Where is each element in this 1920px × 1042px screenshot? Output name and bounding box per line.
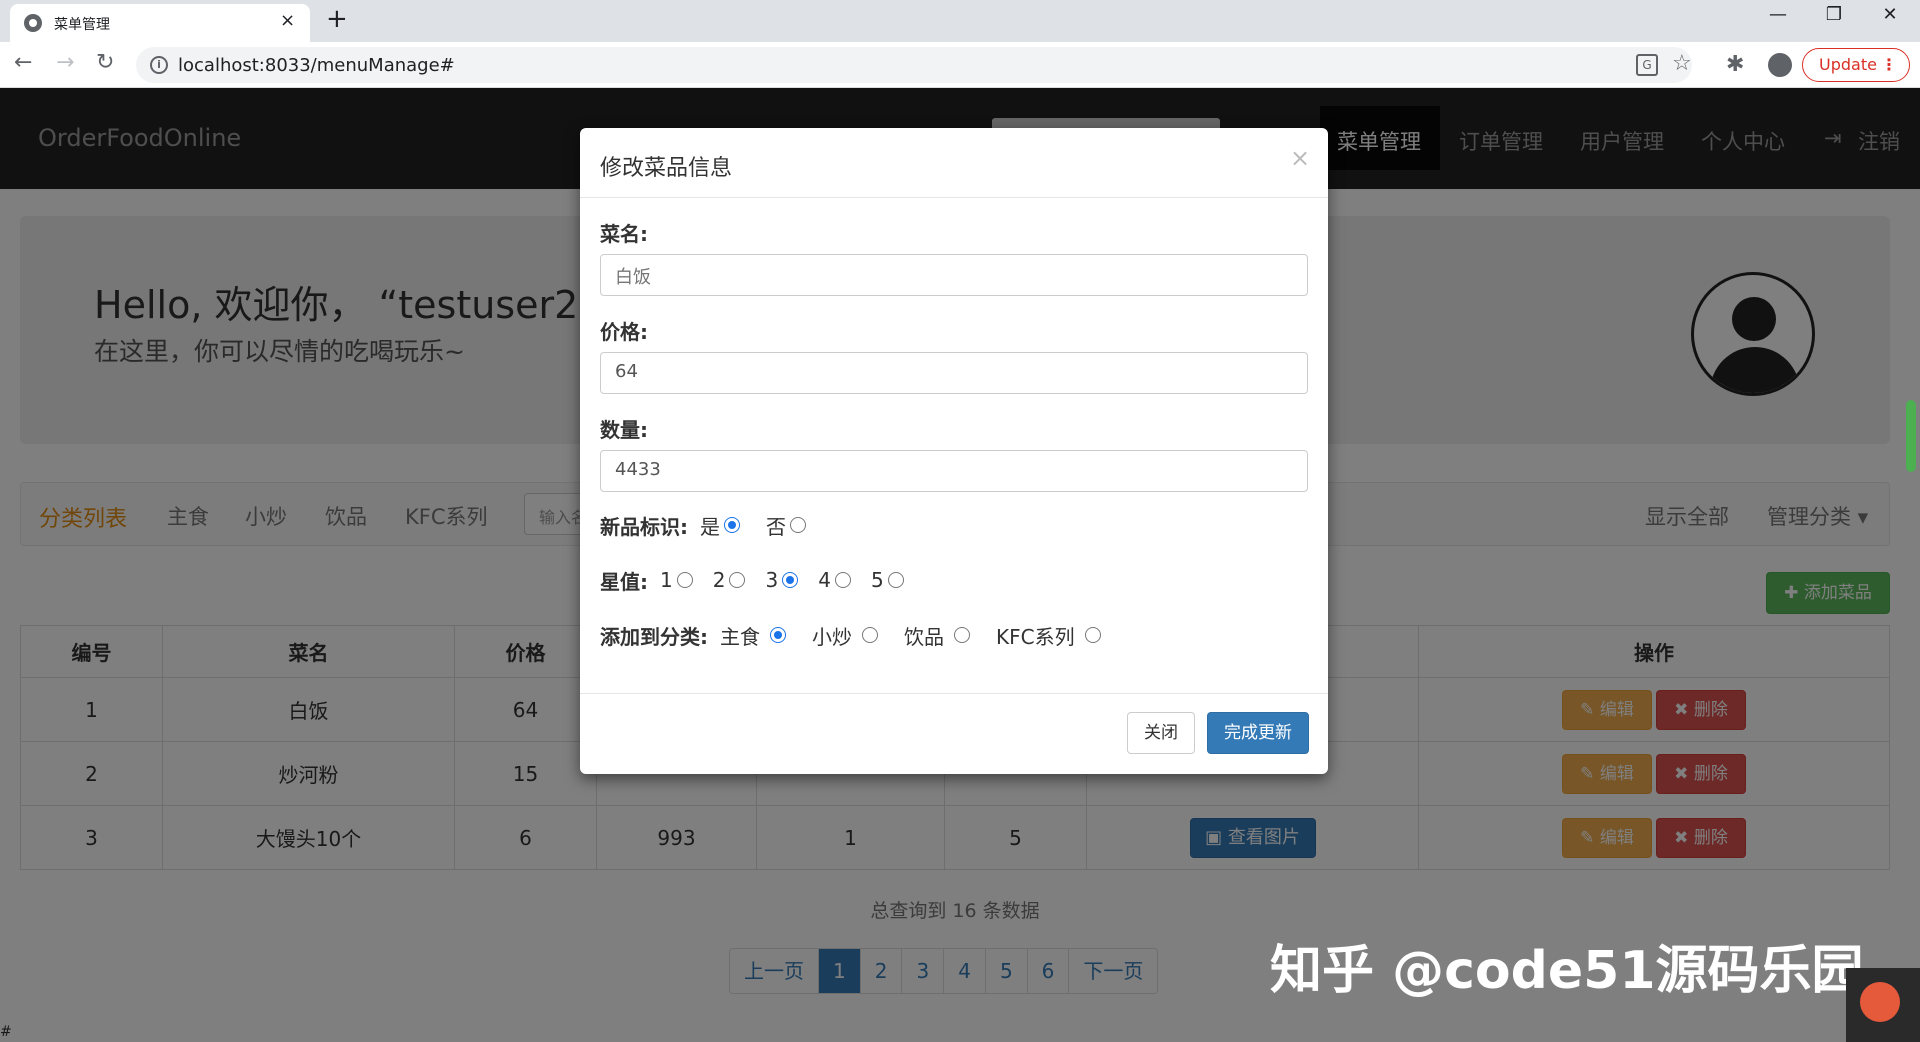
cat-staple-radio[interactable]	[770, 627, 786, 643]
price-label: 价格:	[600, 320, 648, 344]
cat-kfc-text: KFC系列	[996, 624, 1075, 649]
star-1-text: 1	[660, 568, 673, 592]
star-5-text: 5	[870, 568, 884, 592]
new-flag-label: 新品标识:	[600, 514, 688, 539]
restore-icon[interactable]: ❐	[1814, 4, 1854, 25]
star-5-radio[interactable]	[887, 572, 904, 588]
star-3-text: 3	[765, 568, 779, 592]
new-flag-no-radio[interactable]	[790, 517, 806, 533]
finish-update-button[interactable]: 完成更新	[1207, 712, 1309, 754]
cat-kfc-radio[interactable]	[1084, 627, 1101, 643]
web-page: OrderFoodOnline 菜单管理 订单管理 用户管理 个人中心 ⇥ 注销…	[0, 88, 1920, 1042]
price-input[interactable]: 64	[600, 352, 1308, 394]
cat-stirfry-radio[interactable]	[862, 627, 878, 643]
extensions-icon[interactable]: ✱	[1726, 52, 1744, 77]
star-option-4[interactable]: 4	[818, 568, 851, 592]
info-icon[interactable]: i	[150, 56, 168, 74]
tab-title: 菜单管理	[54, 17, 110, 33]
close-window-icon[interactable]: ✕	[1870, 4, 1910, 25]
modal-footer: 关闭 完成更新	[580, 693, 1328, 774]
back-icon[interactable]: ←	[14, 50, 32, 75]
star-label: 星值:	[600, 569, 648, 594]
minimize-icon[interactable]: —	[1758, 4, 1798, 25]
globe-icon	[24, 14, 42, 32]
url-text: localhost:8033/menuManage#	[178, 55, 455, 76]
category-radio-row: 添加到分类: 主食 小炒 饮品 KFC系列	[600, 620, 1127, 650]
new-flag-row: 新品标识: 是 否	[600, 510, 832, 540]
star-1-radio[interactable]	[676, 572, 693, 588]
bookmark-star-icon[interactable]: ☆	[1672, 51, 1692, 76]
tab-bar: 菜单管理 × + — ❐ ✕	[0, 0, 1920, 42]
quantity-label: 数量:	[600, 418, 648, 442]
update-button[interactable]: Update ⋮	[1802, 48, 1910, 82]
star-4-text: 4	[818, 568, 831, 592]
cat-drinks-radio[interactable]	[954, 627, 970, 643]
translate-icon[interactable]: G	[1636, 54, 1658, 76]
new-tab-button[interactable]: +	[326, 4, 348, 34]
cat-staple-text: 主食	[720, 624, 760, 649]
modal-header: 修改菜品信息 ×	[580, 128, 1328, 198]
cat-option-kfc[interactable]: KFC系列	[996, 621, 1101, 650]
star-option-3[interactable]: 3	[765, 568, 799, 592]
browser-tab[interactable]: 菜单管理 ×	[10, 4, 310, 42]
new-flag-no-text: 否	[766, 514, 786, 539]
quantity-input[interactable]: 4433	[600, 450, 1308, 492]
profile-icon[interactable]	[1768, 53, 1792, 77]
browser-window: 菜单管理 × + — ❐ ✕ ← → ↻ i localhost:8033/me…	[0, 0, 1920, 1042]
star-4-radio[interactable]	[834, 572, 851, 588]
star-row: 星值: 1 2 3 4 5	[600, 565, 924, 595]
cat-option-stirfry[interactable]: 小炒	[812, 621, 878, 650]
address-bar[interactable]: i localhost:8033/menuManage# G ☆	[136, 47, 1692, 83]
forward-icon[interactable]: →	[56, 50, 74, 75]
star-option-5[interactable]: 5	[871, 568, 904, 592]
browser-toolbar: ← → ↻ i localhost:8033/menuManage# G ☆ ✱…	[0, 42, 1920, 88]
reload-icon[interactable]: ↻	[96, 50, 114, 75]
edit-dish-modal: 修改菜品信息 × 菜名: 白饭 价格: 64 数量: 4433 新品标识: 是 …	[580, 128, 1328, 774]
cat-option-drinks[interactable]: 饮品	[904, 621, 970, 650]
add-to-category-label: 添加到分类:	[600, 624, 708, 649]
cat-stirfry-text: 小炒	[812, 624, 852, 649]
star-2-radio[interactable]	[729, 572, 746, 588]
update-label: Update	[1819, 55, 1877, 74]
cat-option-staple[interactable]: 主食	[720, 621, 786, 650]
tab-close-icon[interactable]: ×	[280, 10, 295, 31]
cat-drinks-text: 饮品	[904, 624, 944, 649]
star-2-text: 2	[712, 568, 726, 592]
star-3-radio[interactable]	[782, 572, 799, 588]
new-flag-yes-option[interactable]: 是	[700, 511, 740, 540]
corner-app-icon[interactable]	[1846, 968, 1920, 1042]
modal-title: 修改菜品信息	[600, 156, 733, 181]
new-flag-yes-text: 是	[700, 514, 720, 539]
scrollbar-thumb[interactable]	[1906, 400, 1916, 472]
dish-name-label: 菜名:	[600, 222, 648, 246]
watermark-text: 知乎 @code51源码乐园	[1270, 941, 1864, 1001]
modal-close-icon[interactable]: ×	[1290, 144, 1310, 172]
new-flag-yes-radio[interactable]	[724, 517, 740, 533]
star-option-2[interactable]: 2	[713, 568, 746, 592]
close-button[interactable]: 关闭	[1127, 712, 1195, 754]
dish-name-input[interactable]: 白饭	[600, 254, 1308, 296]
menu-dots-icon[interactable]: ⋮	[1881, 49, 1897, 81]
new-flag-no-option[interactable]: 否	[766, 511, 806, 540]
star-option-1[interactable]: 1	[660, 568, 693, 592]
